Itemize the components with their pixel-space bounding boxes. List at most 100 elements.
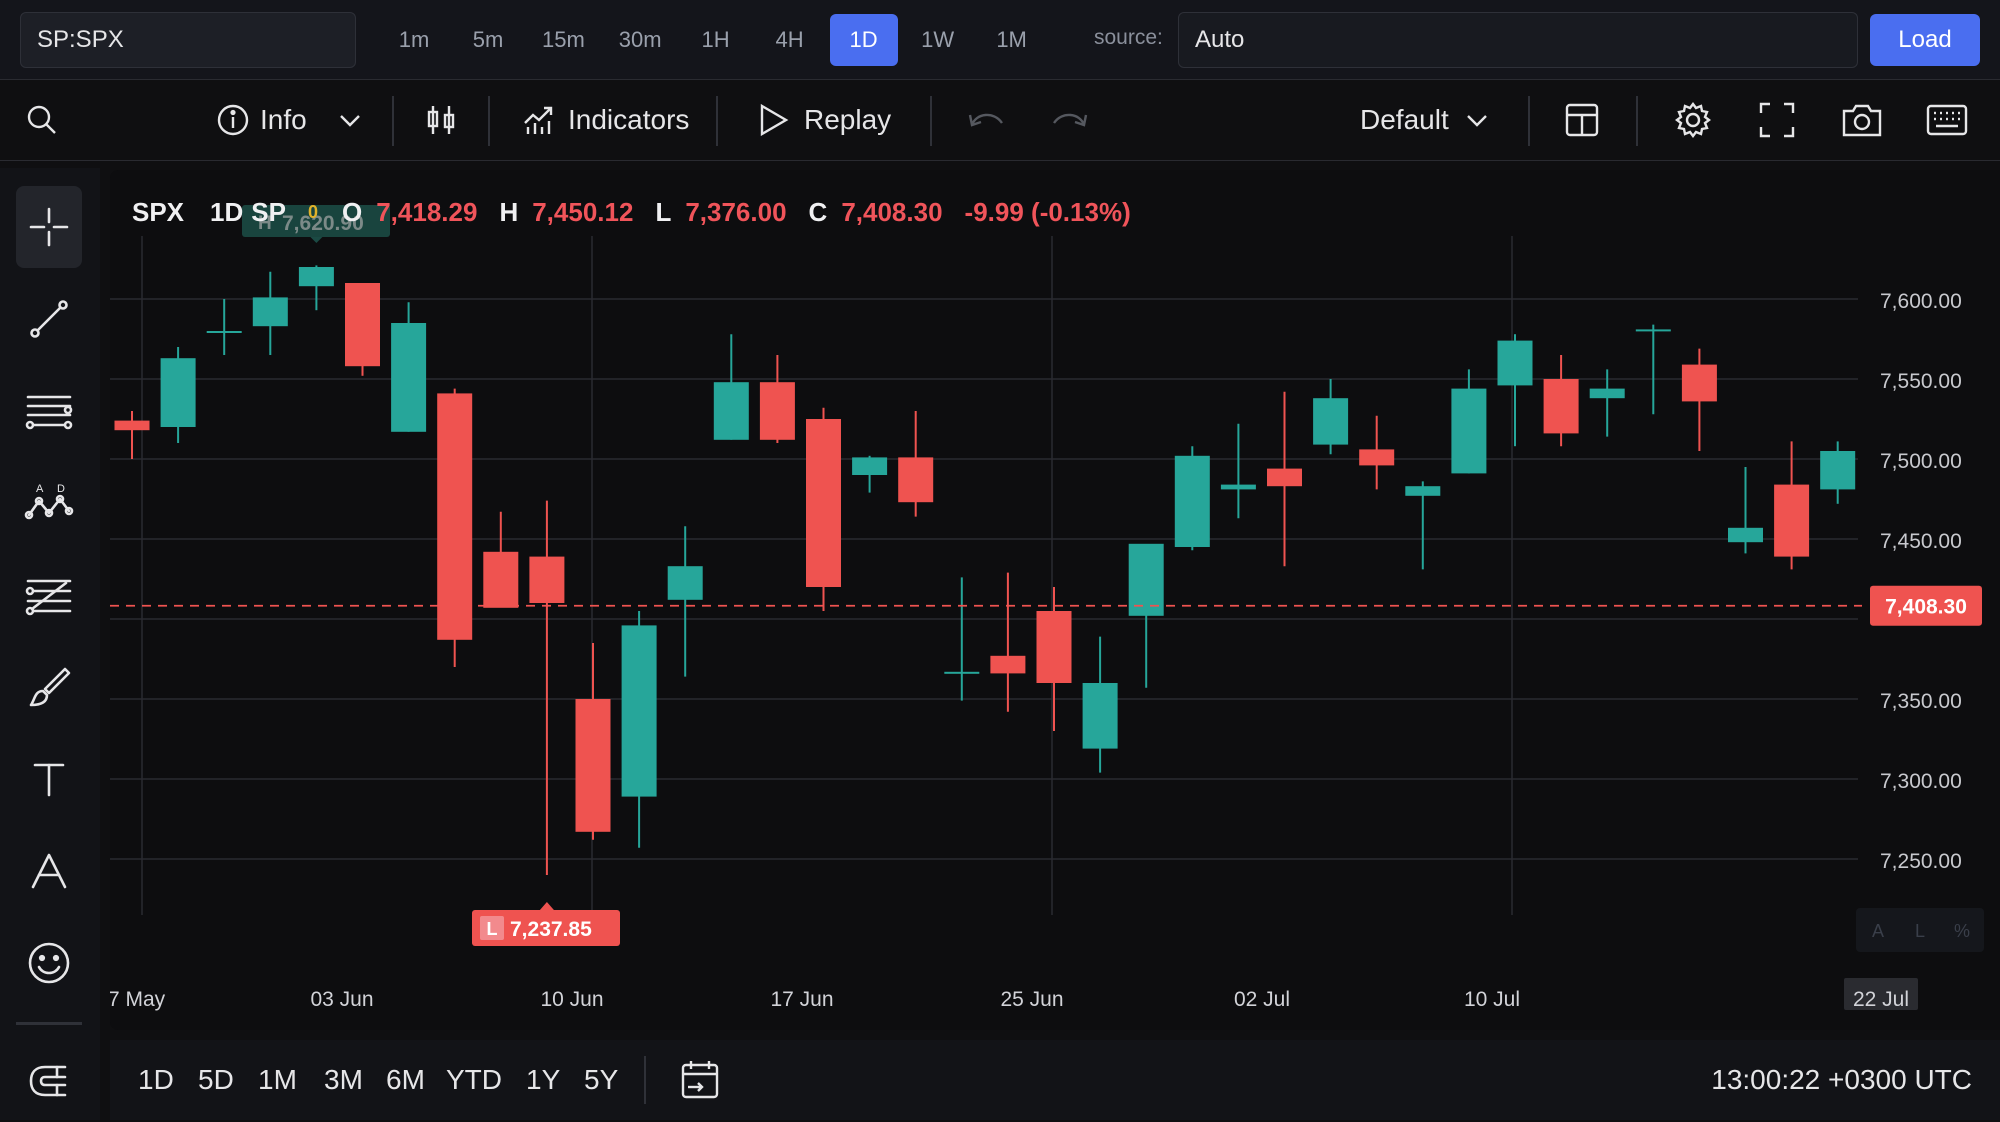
y-axis-tick-label: 7,350.00 (1880, 690, 1962, 713)
range-6m[interactable]: 6M (386, 1040, 425, 1120)
indicators-label: Indicators (568, 104, 690, 135)
crosshair-tool[interactable] (16, 186, 82, 268)
text-icon (33, 763, 65, 797)
candle-body (437, 393, 473, 640)
candle-body (1267, 468, 1302, 487)
replay-button[interactable]: Replay (756, 80, 891, 160)
undo-button[interactable] (966, 80, 1006, 160)
info-dropdown-button[interactable] (336, 80, 364, 160)
source-input[interactable] (1178, 12, 1858, 68)
x-axis-tick-label: 22 Jul (1853, 988, 1909, 1011)
range-5y[interactable]: 5Y (584, 1040, 618, 1120)
candle-body (1681, 364, 1717, 402)
keyboard-button[interactable] (1926, 80, 1968, 160)
scale-mode-button[interactable]: % (1954, 921, 1970, 941)
last-price-label: 7,408.30 (1885, 596, 1967, 619)
legend-open-key: O (341, 196, 363, 227)
calendar-icon (681, 1061, 719, 1099)
layout-grid-icon (1565, 103, 1599, 137)
candle-body (298, 267, 334, 287)
fib-retracement-tool[interactable] (16, 370, 82, 452)
camera-icon (1842, 104, 1882, 137)
scale-mode-button[interactable]: A (1872, 921, 1884, 941)
trend-line-icon (30, 300, 68, 338)
candle-body (898, 457, 934, 503)
legend-status: 0 (307, 201, 318, 222)
legend-low-key: L (655, 196, 672, 227)
range-1m[interactable]: 1M (258, 1040, 297, 1120)
range-1d[interactable]: 1D (138, 1040, 174, 1120)
interval-1h[interactable]: 1H (682, 14, 750, 66)
interval-30m[interactable]: 30m (605, 14, 676, 66)
range-1y[interactable]: 1Y (526, 1040, 560, 1120)
brush-tool[interactable] (16, 646, 82, 728)
pattern-tool[interactable]: AD (16, 462, 82, 544)
search-button[interactable] (26, 80, 58, 160)
candle-body (1497, 340, 1533, 386)
toolbar-divider (716, 96, 718, 146)
screenshot-button[interactable] (1840, 80, 1884, 160)
chart-panel[interactable]: 7,600.00 7,550.00 7,500.00 7,450.00 7,350.00… (110, 170, 2000, 1030)
candle-body (575, 699, 611, 832)
y-axis-tick-label: 7,500.00 (1880, 450, 1962, 473)
svg-text:D: D (57, 483, 65, 495)
range-ytd[interactable]: YTD (446, 1040, 502, 1120)
magnet-icon (29, 1065, 67, 1097)
interval-1m[interactable]: 1m (380, 14, 448, 66)
redo-icon (1053, 113, 1088, 127)
search-icon (27, 105, 56, 134)
symbol-input[interactable] (20, 12, 356, 68)
fullscreen-button[interactable] (1758, 80, 1796, 160)
info-button[interactable]: Info (216, 80, 307, 160)
chart-type-button[interactable] (424, 80, 458, 160)
interval-1d[interactable]: 1D (829, 14, 898, 66)
redo-button[interactable] (1050, 80, 1090, 160)
legend-open-value: 7,418.29 (376, 196, 478, 227)
candle-body (1589, 388, 1625, 399)
anchored-text-tool[interactable] (16, 830, 82, 912)
load-button[interactable]: Load (1870, 14, 1980, 66)
interval-1m[interactable]: 1M (978, 14, 1046, 66)
candle-body (1543, 379, 1579, 434)
candle-body (1728, 527, 1763, 543)
high-marker-pointer (310, 237, 323, 243)
layout-select[interactable]: Default (1360, 80, 1491, 160)
x-axis-tick-label: 25 Jun (1000, 988, 1063, 1011)
low-marker-label: 7,237.85 (510, 918, 592, 941)
interval-15m[interactable]: 15m (528, 14, 599, 66)
legend-change: -9.99 (-0.13%) (964, 196, 1131, 227)
settings-button[interactable] (1674, 80, 1712, 160)
horizontal-lines-icon (25, 395, 73, 430)
interval-4h[interactable]: 4H (756, 14, 824, 66)
replay-label: Replay (804, 104, 892, 135)
text-tool[interactable] (16, 738, 82, 820)
layout-grid-button[interactable] (1564, 80, 1600, 160)
x-axis-tick-label: 7 May (110, 988, 166, 1011)
legend-symbol: SPX (132, 196, 185, 227)
interval-1w[interactable]: 1W (904, 14, 972, 66)
candle-body (1082, 683, 1118, 749)
candle-body (621, 625, 657, 797)
crosshair-icon (29, 207, 69, 247)
candle-body (1174, 455, 1210, 547)
projection-tool[interactable] (16, 554, 82, 636)
toolbar-divider (1636, 96, 1638, 146)
x-axis-tick-label: 03 Jun (310, 988, 373, 1011)
indicators-button[interactable]: Indicators (522, 80, 689, 160)
go-to-date-button[interactable] (680, 1040, 720, 1120)
trend-line-tool[interactable] (16, 278, 82, 360)
candle-body (1036, 611, 1072, 683)
undo-icon (968, 113, 1003, 127)
range-5d[interactable]: 5D (198, 1040, 234, 1120)
interval-5m[interactable]: 5m (454, 14, 522, 66)
magnet-tool[interactable] (16, 1040, 82, 1122)
low-marker-pointer (539, 902, 554, 910)
scale-mode-button[interactable]: L (1915, 921, 1925, 941)
bottom-divider (644, 1056, 646, 1104)
legend-low-value: 7,376.00 (685, 196, 787, 227)
y-axis-tick-label: 7,300.00 (1880, 770, 1962, 793)
range-3m[interactable]: 3M (324, 1040, 363, 1120)
x-axis-tick-label: 10 Jun (540, 988, 603, 1011)
candlestick-chart[interactable]: 7,600.00 7,550.00 7,500.00 7,450.00 7,350.00… (110, 170, 2000, 1030)
emoji-tool[interactable] (16, 922, 82, 1004)
